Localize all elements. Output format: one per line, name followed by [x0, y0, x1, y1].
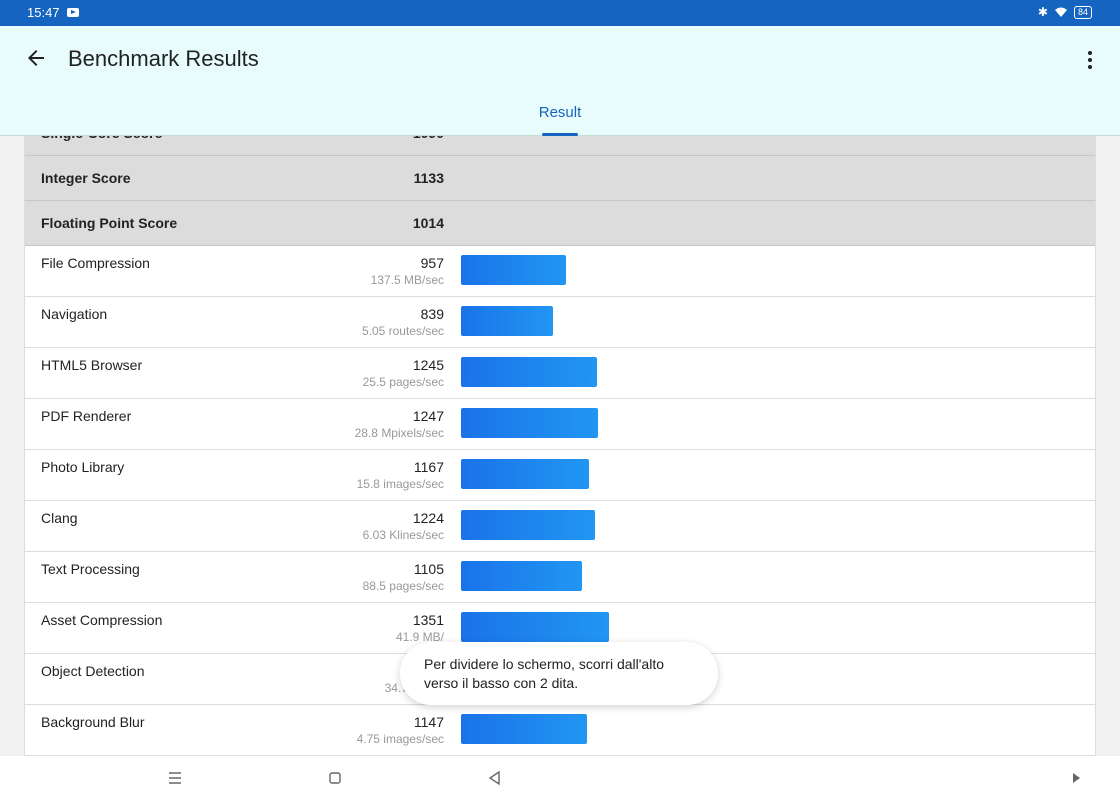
test-score: 1245: [412, 357, 444, 373]
more-options-icon[interactable]: [1078, 48, 1102, 72]
score-bar: [461, 510, 595, 540]
test-throughput: 137.5 MB/sec: [370, 273, 444, 287]
split-screen-toast: Per dividere lo schermo, scorri dall'alt…: [400, 642, 718, 705]
test-score: 839: [420, 306, 444, 322]
test-row: Text Processing 1105 88.5 pages/sec: [25, 552, 1095, 603]
score-bar: [461, 612, 609, 642]
test-row: HTML5 Browser 1245 25.5 pages/sec: [25, 348, 1095, 399]
summary-row: Floating Point Score 1014: [25, 201, 1095, 246]
summary-score: 1133: [413, 170, 444, 186]
test-score: 1167: [413, 459, 444, 475]
score-bar: [461, 357, 597, 387]
test-row: PDF Renderer 1247 28.8 Mpixels/sec: [25, 399, 1095, 450]
score-bar: [461, 255, 566, 285]
youtube-notification-icon: [67, 8, 79, 17]
test-throughput: 4.75 images/sec: [356, 732, 444, 746]
app-bar: Benchmark Results Result: [0, 26, 1120, 136]
test-label: Asset Compression: [41, 612, 163, 628]
test-label: Clang: [41, 510, 78, 526]
score-bar: [461, 408, 598, 438]
toast-line-1: Per dividere lo schermo, scorri dall'alt…: [424, 656, 664, 672]
test-row: Clang 1224 6.03 Klines/sec: [25, 501, 1095, 552]
test-label: Navigation: [41, 306, 108, 322]
test-score: 1224: [412, 510, 444, 526]
expand-nav-icon[interactable]: [1066, 768, 1086, 788]
home-icon[interactable]: [325, 768, 345, 788]
test-throughput: 25.5 pages/sec: [362, 375, 444, 389]
test-throughput: 88.5 pages/sec: [362, 579, 444, 593]
score-bar: [461, 561, 582, 591]
test-score: 1147: [413, 714, 444, 730]
system-nav-bar: [0, 756, 1120, 800]
score-bar: [461, 714, 587, 744]
back-arrow-icon[interactable]: [24, 46, 48, 70]
tab-result[interactable]: Result: [530, 104, 590, 121]
system-icons: ✱ 84: [1038, 5, 1092, 19]
status-time: 15:47: [27, 5, 60, 20]
test-label: Object Detection: [41, 663, 145, 679]
summary-label: Integer Score: [41, 170, 131, 186]
test-label: PDF Renderer: [41, 408, 132, 424]
summary-row: Integer Score 1133: [25, 156, 1095, 201]
test-row: Navigation 839 5.05 routes/sec: [25, 297, 1095, 348]
test-label: HTML5 Browser: [41, 357, 143, 373]
test-row: File Compression 957 137.5 MB/sec: [25, 246, 1095, 297]
recents-menu-icon[interactable]: [165, 768, 185, 788]
test-score: 1105: [413, 561, 444, 577]
summary-label: Floating Point Score: [41, 215, 178, 231]
score-bar: [461, 459, 589, 489]
test-label: File Compression: [41, 255, 150, 271]
test-label: Background Blur: [41, 714, 145, 730]
test-throughput: 15.8 images/sec: [356, 477, 444, 491]
score-bar: [461, 306, 553, 336]
test-throughput: 5.05 routes/sec: [361, 324, 444, 338]
bluetooth-icon: ✱: [1037, 5, 1048, 19]
battery-icon: 84: [1073, 5, 1092, 19]
summary-score: 1014: [412, 215, 444, 231]
test-throughput: 6.03 Klines/sec: [362, 528, 444, 542]
test-label: Text Processing: [41, 561, 140, 577]
test-row: Photo Library 1167 15.8 images/sec: [25, 450, 1095, 501]
page-title: Benchmark Results: [68, 46, 259, 71]
tab-indicator: [542, 133, 578, 136]
back-nav-icon[interactable]: [485, 768, 505, 788]
wifi-icon: [1054, 7, 1067, 17]
test-score: 1247: [412, 408, 444, 424]
test-throughput: 28.8 Mpixels/sec: [354, 426, 444, 440]
test-label: Photo Library: [41, 459, 125, 475]
test-score: 957: [420, 255, 444, 271]
test-score: 1351: [412, 612, 444, 628]
toast-line-2: verso il basso con 2 dita.: [424, 675, 579, 691]
test-row: Background Blur 1147 4.75 images/sec: [25, 705, 1095, 756]
status-bar: 15:47 ✱ 84: [0, 0, 1120, 26]
